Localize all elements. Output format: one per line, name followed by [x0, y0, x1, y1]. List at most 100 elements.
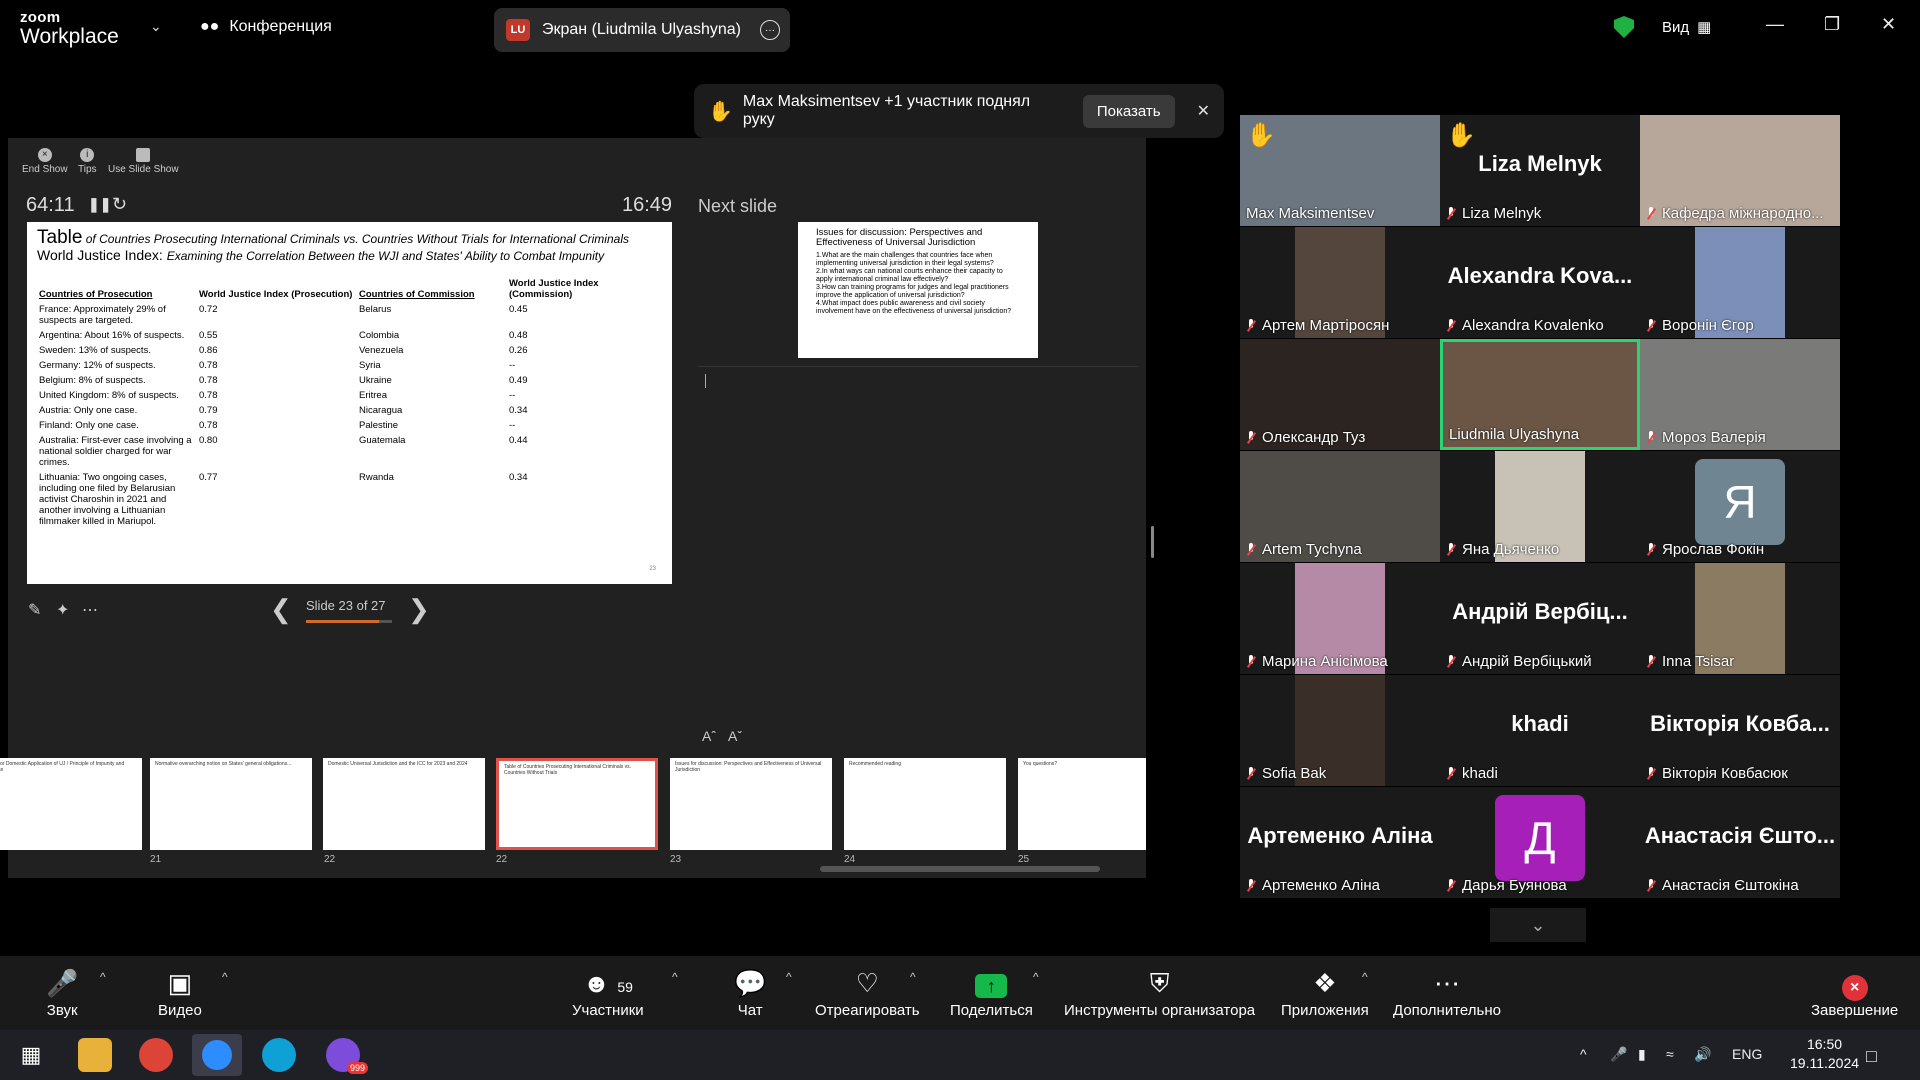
wifi-icon[interactable]: ≈ — [1666, 1046, 1674, 1062]
more-options-icon[interactable]: ⋯ — [82, 600, 98, 620]
panel-splitter[interactable] — [1151, 526, 1154, 558]
language-indicator[interactable]: ENG — [1732, 1046, 1762, 1062]
next-slide-button[interactable]: ❯ — [408, 594, 430, 625]
participant-name-label: Max Maksimentsev — [1246, 205, 1375, 222]
pause-icon[interactable]: ❚❚ — [88, 196, 111, 213]
host-tools-button[interactable]: ⛨ Инструменты организатора — [1064, 968, 1255, 1019]
end-show-button[interactable]: × End Show — [22, 148, 68, 175]
notifications-icon[interactable]: □ — [1866, 1046, 1877, 1067]
show-button[interactable]: Показать — [1082, 94, 1175, 128]
windows-start-icon[interactable]: ▦ — [14, 1038, 48, 1072]
participant-display-name: Вікторія Ковба... — [1650, 711, 1830, 736]
participant-tile[interactable]: Олександр Туз — [1240, 339, 1440, 450]
apps-button[interactable]: ❖ Приложения — [1281, 968, 1369, 1019]
info-icon: i — [80, 148, 95, 162]
participant-name: Артем Мартіросян — [1246, 317, 1389, 334]
participant-tile[interactable]: Анастасія Єшто... Анастасія Єштокіна — [1640, 787, 1840, 898]
slide-thumbnail[interactable]: Basis for Domestic Application of UJ / P… — [0, 758, 142, 850]
use-slide-show-button[interactable]: Use Slide Show — [108, 148, 179, 175]
participant-tile[interactable]: Артем Мартіросян — [1240, 227, 1440, 338]
clock[interactable]: 16:50 19.11.2024 — [1790, 1035, 1859, 1073]
slide-thumbnail[interactable]: Domestic Universal Jurisdiction and the … — [323, 758, 485, 850]
conference-menu[interactable]: ●● Конференция — [200, 18, 332, 36]
participant-tile[interactable]: Liudmila Ulyashyna — [1440, 339, 1640, 450]
reset-timer-icon[interactable]: ↻ — [112, 194, 127, 215]
participant-tile[interactable]: ✋ Max Maksimentsev — [1240, 115, 1440, 226]
table-cell: Ukraine — [359, 375, 392, 386]
restore-icon[interactable]: ❐ — [1824, 14, 1840, 35]
slide-thumbnail[interactable]: You questions? — [1018, 758, 1146, 850]
security-shield-icon[interactable] — [1614, 16, 1634, 38]
participant-name-label: Яна Дьяченко — [1462, 541, 1560, 558]
decrease-font-icon[interactable]: Aˇ — [728, 728, 742, 744]
video-button[interactable]: ▣ Видео — [158, 968, 202, 1019]
screen-share-tab[interactable]: LU Экран (Liudmila Ulyashyna) ··· — [494, 8, 790, 52]
thumbnail-scrollbar[interactable] — [820, 866, 1100, 872]
view-menu[interactable]: Вид ▦ — [1662, 18, 1711, 37]
slide-thumbnail[interactable]: Recommended reading — [844, 758, 1006, 850]
participant-tile[interactable]: Sofia Bak — [1240, 675, 1440, 786]
close-icon[interactable]: ✕ — [1197, 101, 1210, 121]
participant-tile[interactable]: Артеменко Аліна Артеменко Аліна — [1240, 787, 1440, 898]
tips-button[interactable]: i Tips — [78, 148, 97, 175]
tool-label: Use Slide Show — [108, 164, 179, 175]
audio-button[interactable]: 🎤 Звук — [46, 968, 78, 1019]
participant-tile[interactable]: Вікторія Ковба... Вікторія Ковбасюк — [1640, 675, 1840, 786]
minimize-icon[interactable]: — — [1766, 14, 1784, 35]
participant-tile[interactable]: Кафедра міжнародно... — [1640, 115, 1840, 226]
slide-thumbnail[interactable]: Normative overarching notion on States' … — [150, 758, 312, 850]
more-button[interactable]: ⋯ Дополнительно — [1393, 968, 1501, 1019]
next-slide-item: 4.What impact does public awareness and … — [816, 300, 1012, 315]
table-cell: 0.55 — [199, 330, 218, 341]
slide-thumbnail[interactable]: Issues for discussion: Perspectives and … — [670, 758, 832, 850]
end-meeting-button[interactable]: × Завершение — [1811, 968, 1898, 1019]
file-explorer-icon[interactable] — [78, 1038, 112, 1072]
participant-tile[interactable]: Мороз Валерія — [1640, 339, 1840, 450]
participant-tile[interactable]: Inna Tsisar — [1640, 563, 1840, 674]
previous-slide-button[interactable]: ❮ — [270, 594, 292, 625]
participant-tile[interactable]: Alexandra Kova... Alexandra Kovalenko — [1440, 227, 1640, 338]
chevron-down-icon[interactable]: ⌄ — [150, 18, 162, 35]
table-row: Argentina: About 16% of suspects. 0.55 Col… — [37, 328, 622, 343]
increase-font-icon[interactable]: Aˆ — [702, 728, 716, 744]
participant-tile[interactable]: khadi khadi — [1440, 675, 1640, 786]
participant-tile[interactable]: Марина Анісімова — [1240, 563, 1440, 674]
share-button[interactable]: ↑ Поделиться — [950, 968, 1033, 1019]
participant-tile[interactable]: Artem Tychyna — [1240, 451, 1440, 562]
chat-label: Чат — [737, 1002, 763, 1019]
muted-mic-icon — [1446, 878, 1456, 893]
participant-tile[interactable]: Андрій Вербіц... Андрій Вербіцький — [1440, 563, 1640, 674]
title-bar: zoom Workplace ⌄ ●● Конференция LU Экран… — [0, 0, 1920, 56]
pen-icon[interactable]: ✎ — [28, 600, 41, 620]
edge-icon[interactable] — [262, 1038, 296, 1072]
muted-mic-icon — [1446, 766, 1456, 781]
participant-tile[interactable]: Воронін Єгор — [1640, 227, 1840, 338]
speaker-icon[interactable]: 🔊 — [1694, 1046, 1711, 1063]
notes-caret[interactable] — [705, 374, 706, 388]
muted-mic-icon — [1446, 654, 1456, 669]
next-slide-preview[interactable]: Issues for discussion: Perspectives and … — [798, 222, 1038, 358]
meeting-toolbar: 🎤 Звук ^ ▣ Видео ^ ☻ 59 Участники ^ 💬 Ча… — [0, 956, 1920, 1030]
react-button[interactable]: ♡ Отреагировать — [815, 968, 920, 1019]
more-icon[interactable]: ··· — [760, 20, 780, 40]
table-cell: Belgium: 8% of suspects. — [39, 375, 146, 386]
more-label: Дополнительно — [1393, 1002, 1501, 1019]
participant-tile[interactable]: Д Дарья Буянова — [1440, 787, 1640, 898]
microphone-icon[interactable]: 🎤 — [1610, 1046, 1627, 1063]
chat-button[interactable]: 💬 Чат — [734, 968, 766, 1019]
zoom-taskbar-item[interactable] — [192, 1034, 242, 1076]
participants-button[interactable]: ☻ 59 Участники — [572, 968, 644, 1019]
participant-tile[interactable]: Я Ярослав Фокін — [1640, 451, 1840, 562]
caret-up-icon: ^ — [672, 970, 678, 984]
battery-icon[interactable]: ▮ — [1638, 1046, 1646, 1063]
table-cell: 0.34 — [509, 472, 528, 483]
participant-tile[interactable]: Яна Дьяченко — [1440, 451, 1640, 562]
close-icon[interactable]: ✕ — [1881, 14, 1896, 35]
participant-tile[interactable]: Liza Melnyk ✋ Liza Melnyk — [1440, 115, 1640, 226]
slide-thumbnail-selected[interactable]: Table of Countries Prosecuting Internati… — [496, 758, 658, 850]
viber-icon[interactable]: 999 — [326, 1038, 368, 1074]
chevron-down-icon[interactable]: ⌄ — [1490, 908, 1586, 942]
chrome-icon[interactable] — [139, 1038, 173, 1072]
laser-pointer-icon[interactable]: ✦ — [56, 600, 69, 620]
chevron-up-icon[interactable]: ^ — [1580, 1046, 1587, 1062]
